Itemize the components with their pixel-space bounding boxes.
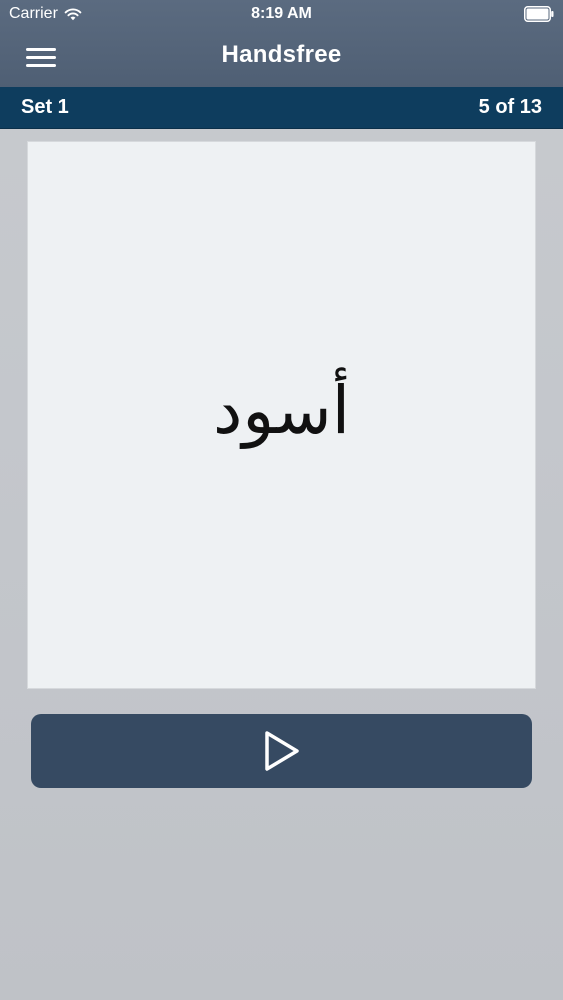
play-button[interactable]	[31, 714, 532, 788]
status-bar: Carrier 8:19 AM	[0, 0, 563, 28]
navigation-bar: Handsfree	[0, 28, 563, 87]
set-name: Set 1	[21, 96, 69, 118]
status-time: 8:19 AM	[251, 5, 312, 22]
flashcard-word: أسود	[212, 371, 351, 449]
battery-icon	[524, 6, 554, 22]
set-header: Set 1 5 of 13	[0, 87, 563, 129]
play-icon	[264, 731, 299, 771]
page-title: Handsfree	[221, 41, 342, 68]
top-bar: Carrier 8:19 AM Handsfree	[0, 0, 563, 87]
flashcard[interactable]: أسود	[27, 141, 536, 689]
set-progress: 5 of 13	[478, 96, 542, 118]
